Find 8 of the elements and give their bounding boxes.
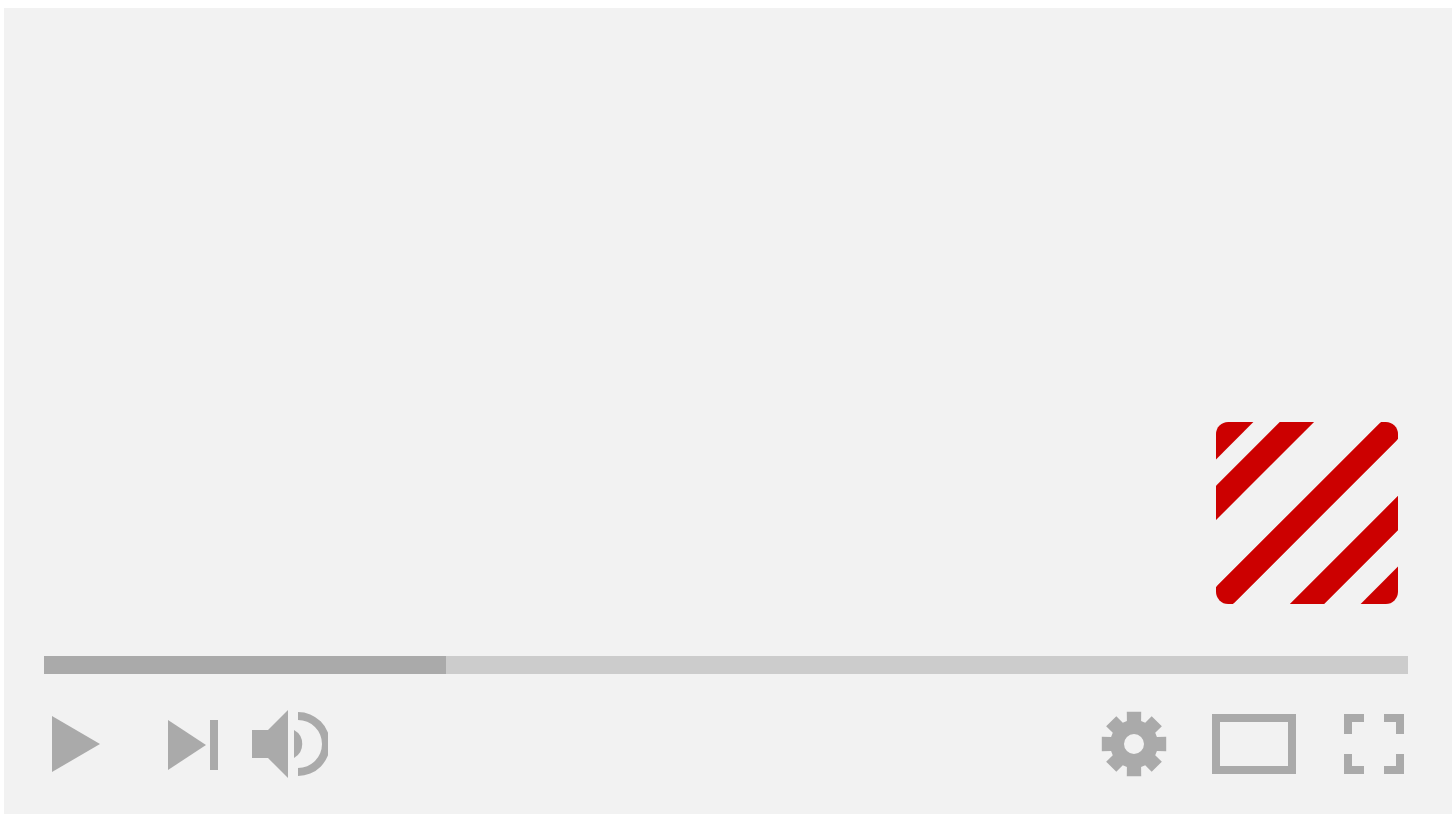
fullscreen-icon[interactable] [1344, 714, 1404, 774]
settings-icon[interactable] [1100, 710, 1168, 778]
play-icon[interactable] [52, 716, 100, 772]
theater-mode-icon[interactable] [1212, 714, 1296, 774]
next-icon[interactable] [168, 719, 220, 769]
volume-icon[interactable] [252, 708, 328, 780]
progress-bar[interactable] [44, 656, 1408, 674]
striped-marker-icon [1216, 422, 1398, 604]
